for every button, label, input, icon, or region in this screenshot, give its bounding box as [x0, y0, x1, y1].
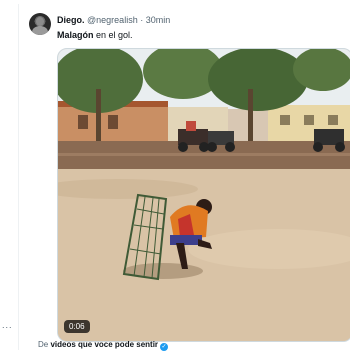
avatar-shoulders [32, 26, 48, 35]
tweet-header: Diego. @negrealish · 30min [57, 15, 170, 29]
caption-source[interactable]: videos que voce pode sentir [50, 340, 158, 349]
video-frame [58, 49, 350, 341]
author-handle[interactable]: @negrealish [87, 15, 138, 25]
tweet-time[interactable]: 30min [146, 15, 171, 25]
video-timestamp: 0:06 [64, 320, 90, 333]
tweet-text: Malagón en el gol. [57, 30, 133, 40]
video-source-caption[interactable]: De videos que voce pode sentir ✓ [38, 340, 169, 351]
caption-prefix: De [38, 340, 51, 349]
more-options-icon[interactable]: ... [2, 320, 13, 330]
tweet-video[interactable]: 0:06 [57, 48, 350, 342]
avatar-face [36, 17, 44, 26]
tweet-card[interactable]: Diego. @negrealish · 30min Malagón en el… [18, 4, 350, 350]
header-separator: · [140, 15, 144, 25]
tweet-text-rest: en el gol. [93, 30, 133, 40]
tweet-text-bold: Malagón [57, 30, 94, 40]
author-name[interactable]: Diego. [57, 15, 85, 25]
avatar[interactable] [29, 13, 51, 35]
